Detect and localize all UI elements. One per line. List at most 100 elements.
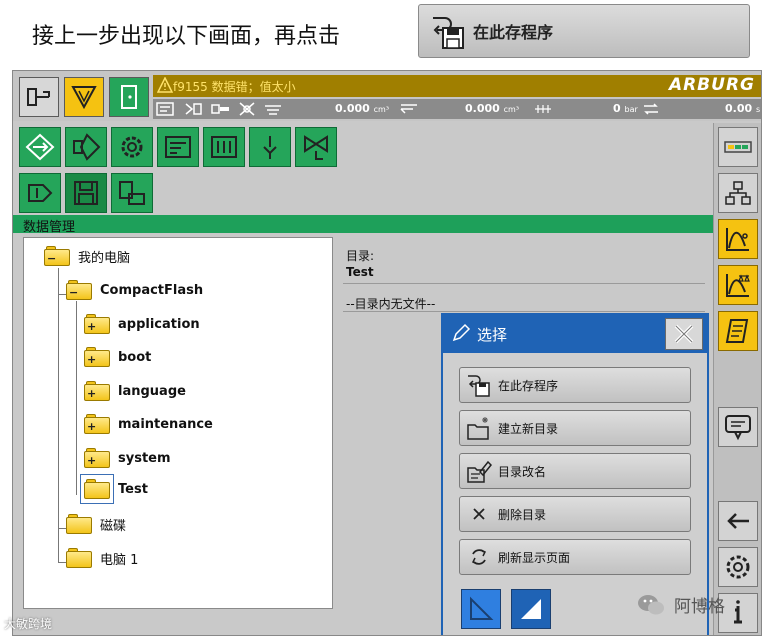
machine-mode-button[interactable] bbox=[19, 77, 59, 117]
triangle-outline-icon bbox=[470, 596, 494, 620]
curve-monitor-button[interactable] bbox=[718, 219, 758, 259]
nav-home-button[interactable] bbox=[19, 127, 61, 167]
folder-icon: + bbox=[84, 347, 110, 367]
watermark-right-text: 阿博格 bbox=[674, 597, 725, 617]
readout-row: 0.000 cm³ 0.000 cm³ 0 bar 0.00 s bbox=[153, 99, 761, 119]
valve-button[interactable] bbox=[295, 127, 337, 167]
alarm-strip[interactable]: f9155 数据错；值太小 ARBURG bbox=[153, 75, 761, 97]
tree-item[interactable]: + system bbox=[84, 448, 171, 468]
settings-gear-button[interactable] bbox=[111, 127, 153, 167]
input-arrow-icon bbox=[28, 184, 53, 202]
robot-button[interactable] bbox=[249, 127, 291, 167]
wechat-icon bbox=[638, 594, 664, 614]
folder-icon: + bbox=[84, 414, 110, 434]
tree-line bbox=[58, 562, 66, 563]
pencil-icon bbox=[452, 323, 471, 342]
delete-folder-button[interactable]: 删除目录 bbox=[459, 496, 691, 532]
option-label: 目录改名 bbox=[498, 464, 547, 479]
function-toolbar bbox=[13, 123, 713, 169]
data-transfer-button[interactable] bbox=[111, 173, 153, 213]
tree-item[interactable]: − CompactFlash bbox=[66, 280, 203, 300]
alarm-message: f9155 数据错；值太小 bbox=[173, 80, 296, 94]
production-button[interactable] bbox=[203, 127, 245, 167]
injection-unit-icon bbox=[73, 133, 101, 161]
tree-item[interactable]: + language bbox=[84, 381, 186, 401]
data-save-button[interactable] bbox=[65, 173, 107, 213]
section-title: 数据管理 bbox=[23, 220, 76, 235]
door-icon bbox=[121, 85, 137, 109]
folder-icon: + bbox=[84, 381, 110, 401]
quality-scale-button[interactable] bbox=[718, 265, 758, 305]
gear-icon bbox=[726, 555, 750, 579]
directory-tree[interactable]: − 我的电脑 − CompactFlash + application + bo… bbox=[23, 237, 333, 609]
data-carrier-button[interactable] bbox=[157, 127, 199, 167]
dosing-icon bbox=[263, 101, 283, 117]
tree-item[interactable]: 电脑 1 bbox=[66, 548, 138, 568]
tree-item[interactable]: + application bbox=[84, 314, 200, 334]
input-output-button[interactable] bbox=[19, 173, 61, 213]
save-here-icon bbox=[433, 17, 464, 49]
brand-logo: ARBURG bbox=[668, 75, 755, 95]
network-button[interactable] bbox=[718, 173, 758, 213]
folder-icon bbox=[66, 548, 92, 568]
help-button[interactable] bbox=[718, 407, 758, 447]
door-status-button[interactable] bbox=[109, 77, 149, 117]
status-lights-button[interactable] bbox=[718, 127, 758, 167]
readout-dosing-volume: 0.000 cm³ bbox=[335, 102, 390, 115]
tree-item[interactable]: + maintenance bbox=[84, 414, 213, 434]
tree-item[interactable]: + boot bbox=[84, 347, 151, 367]
logbook-button[interactable] bbox=[718, 311, 758, 351]
section-title-bar: 数据管理 bbox=[13, 215, 713, 235]
option-label: 在此存程序 bbox=[498, 378, 559, 393]
tree-item-label: maintenance bbox=[118, 416, 213, 432]
folder-icon: + bbox=[84, 314, 110, 334]
tree-item[interactable]: − 我的电脑 bbox=[44, 246, 130, 266]
new-folder-icon bbox=[467, 417, 489, 440]
close-button[interactable] bbox=[665, 318, 703, 350]
tree-line bbox=[76, 301, 77, 495]
folder-icon: − bbox=[44, 246, 70, 266]
divider bbox=[343, 283, 705, 284]
rename-folder-button[interactable]: 目录改名 bbox=[459, 453, 691, 489]
tree-item-label: 我的电脑 bbox=[78, 250, 131, 266]
tree-line bbox=[58, 294, 66, 295]
select-dialog: 选择 在此存程序 建立新目录 目录改名 删除目录 刷新显示页面 bbox=[441, 313, 709, 635]
tree-item[interactable]: 磁碟 bbox=[66, 514, 126, 534]
info-icon bbox=[734, 600, 742, 624]
injection-unit-icon bbox=[183, 101, 203, 117]
status-lights-icon bbox=[724, 141, 752, 153]
tree-item-selected[interactable]: Test bbox=[84, 479, 148, 499]
ejector-icon bbox=[237, 101, 257, 117]
toggle-outline-button[interactable] bbox=[461, 589, 501, 629]
speech-bubble-icon bbox=[725, 415, 751, 441]
save-here-button[interactable]: 在此存程序 bbox=[459, 367, 691, 403]
watermark-right: 阿博格 bbox=[636, 592, 725, 617]
network-icon bbox=[725, 181, 751, 205]
new-folder-button[interactable]: 建立新目录 bbox=[459, 410, 691, 446]
back-button[interactable] bbox=[718, 501, 758, 541]
close-icon bbox=[674, 324, 694, 344]
alarm-button[interactable] bbox=[64, 77, 104, 117]
production-icon bbox=[211, 136, 237, 158]
tree-item-label: application bbox=[118, 316, 200, 332]
toggle-filled-button[interactable] bbox=[511, 589, 551, 629]
refresh-button[interactable]: 刷新显示页面 bbox=[459, 539, 691, 575]
tree-item-label: Test bbox=[118, 481, 148, 497]
system-settings-button[interactable] bbox=[718, 547, 758, 587]
pressure-icon bbox=[533, 101, 553, 117]
machine-mode-icon bbox=[27, 88, 50, 106]
curve-graph-icon bbox=[726, 228, 749, 251]
injection-unit-button[interactable] bbox=[65, 127, 107, 167]
folder-icon: + bbox=[84, 448, 110, 468]
arrow-left-icon bbox=[727, 513, 749, 529]
data-toolbar bbox=[13, 169, 713, 215]
dialog-title: 选择 bbox=[477, 326, 508, 344]
empty-note: --目录内无文件-- bbox=[346, 297, 436, 311]
tree-item-label: 电脑 1 bbox=[100, 552, 139, 568]
alarm-funnel-icon bbox=[71, 86, 97, 110]
nozzle-icon bbox=[211, 101, 231, 117]
save-here-button-callout[interactable]: 在此存程序 bbox=[418, 4, 750, 58]
rename-folder-icon bbox=[467, 460, 492, 483]
readout-pressure: 0 bar bbox=[613, 102, 638, 115]
robot-gripper-icon bbox=[263, 136, 277, 159]
